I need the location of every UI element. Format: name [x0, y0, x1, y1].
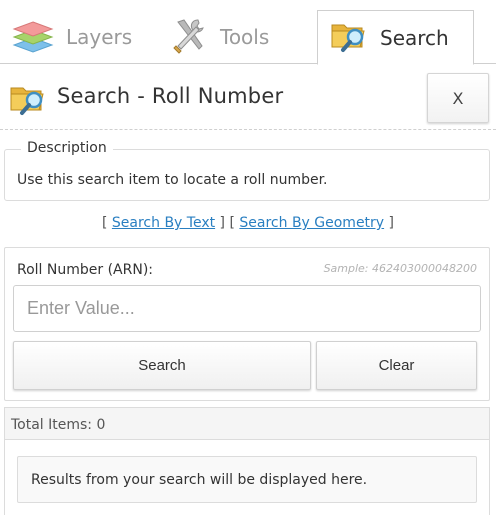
search-folder-icon — [330, 17, 368, 58]
sample-hint: Sample: 462403000048200 — [323, 262, 477, 275]
tab-search-label: Search — [380, 25, 449, 50]
search-by-text-link[interactable]: Search By Text — [112, 215, 215, 231]
tab-search[interactable]: Search — [317, 10, 474, 65]
tab-layers[interactable]: Layers — [12, 10, 152, 64]
description-box: Description Use this search item to loca… — [4, 140, 490, 201]
tab-tools-label: Tools — [220, 25, 270, 49]
search-by-geometry-link[interactable]: Search By Geometry — [239, 215, 384, 231]
roll-number-label: Roll Number (ARN): — [17, 262, 154, 278]
tab-tools[interactable]: Tools — [172, 10, 312, 64]
search-button[interactable]: Search — [13, 341, 311, 390]
tools-icon — [172, 16, 208, 59]
search-mode-links: [ Search By Text ] [ Search By Geometry … — [0, 215, 496, 231]
header-divider — [0, 129, 496, 130]
bracket-open: [ — [101, 215, 112, 231]
close-button[interactable]: X — [427, 73, 489, 123]
description-legend: Description — [21, 140, 113, 156]
description-text: Use this search item to locate a roll nu… — [17, 172, 328, 188]
search-folder-icon — [8, 80, 48, 121]
results-panel: Results from your search will be display… — [4, 440, 490, 515]
search-form: Roll Number (ARN): Sample: 4624030000482… — [4, 247, 490, 401]
page-title: Search - Roll Number — [57, 84, 284, 108]
tab-layers-label: Layers — [66, 25, 133, 49]
clear-button[interactable]: Clear — [316, 341, 477, 390]
total-items-count: Total Items: 0 — [11, 417, 106, 433]
roll-number-input[interactable] — [13, 285, 481, 332]
tab-bar: Layers Tools Search — [0, 0, 496, 65]
results-header: Total Items: 0 — [4, 407, 490, 440]
layers-icon — [12, 16, 54, 59]
results-message: Results from your search will be display… — [31, 472, 368, 488]
bracket-separator: ] [ — [215, 215, 240, 231]
panel-header: Search - Roll Number X — [0, 64, 496, 130]
bracket-close: ] — [384, 215, 395, 231]
results-message-box: Results from your search will be display… — [17, 456, 477, 503]
